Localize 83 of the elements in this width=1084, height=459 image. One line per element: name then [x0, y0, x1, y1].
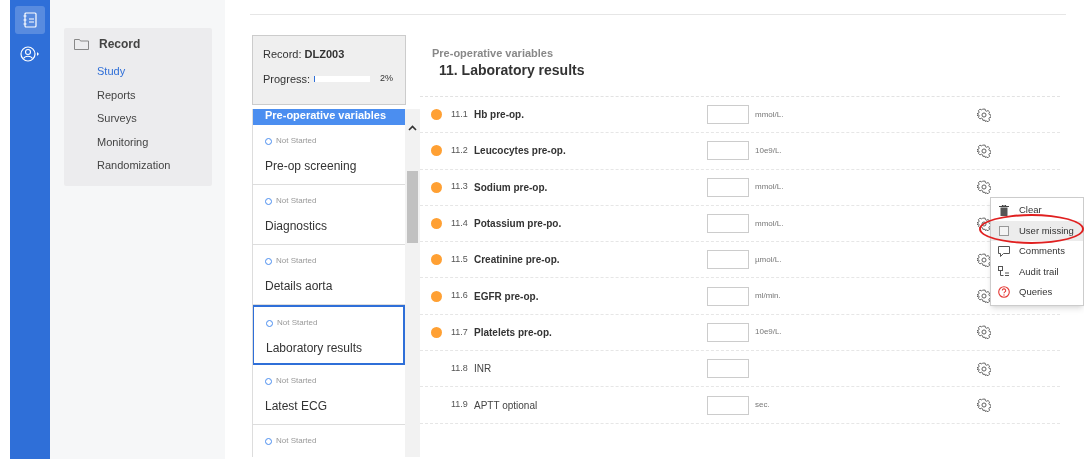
- step-label: Details aorta: [265, 278, 334, 295]
- sidebar-link[interactable]: Randomization: [97, 157, 212, 174]
- field-number: 11.2: [451, 144, 469, 158]
- input-field[interactable]: [707, 250, 749, 270]
- input-field[interactable]: [707, 141, 749, 161]
- input-field[interactable]: [707, 359, 749, 379]
- menu-item[interactable]: Audit trail: [991, 261, 1083, 282]
- menu-item[interactable]: Comments: [991, 241, 1083, 262]
- input-field[interactable]: [707, 105, 749, 125]
- comment-icon: [998, 245, 1010, 257]
- scrollbar-thumb[interactable]: [407, 171, 418, 243]
- unit-label: µmol/L.: [755, 253, 783, 266]
- field-number: 11.6: [451, 289, 469, 303]
- step-label: Diagnostics: [265, 218, 329, 235]
- settings-icon[interactable]: [977, 216, 991, 231]
- settings-icon[interactable]: [977, 289, 991, 304]
- step-status: Not Started: [276, 135, 317, 147]
- scroll-up-icon[interactable]: [408, 125, 417, 131]
- input-field[interactable]: [707, 322, 749, 342]
- input-field[interactable]: [707, 214, 749, 234]
- sidebar-link[interactable]: Surveys: [97, 110, 212, 127]
- section-label: Pre-operative variables: [432, 47, 555, 60]
- progress-label: Progress:: [263, 71, 311, 87]
- unit-label: mmol/L.: [755, 108, 785, 121]
- field-number: 11.9: [451, 398, 469, 412]
- settings-icon[interactable]: [977, 252, 991, 267]
- field-label: Sodium pre-op.: [474, 180, 549, 195]
- unit-label: ml/min.: [755, 290, 782, 303]
- settings-icon[interactable]: [977, 361, 991, 376]
- field-number: 11.7: [451, 325, 469, 339]
- progress-value: 2%: [380, 72, 394, 85]
- unit-label: mmol/L.: [755, 217, 785, 230]
- field-number: 11.4: [451, 216, 469, 230]
- sidebar-title: Record: [99, 36, 141, 53]
- settings-icon[interactable]: [977, 398, 991, 412]
- menu-item[interactable]: Queries: [991, 282, 1083, 303]
- step-status: Not Started: [276, 435, 317, 447]
- unit-label: 10e9/L.: [755, 326, 783, 339]
- field-label: Hb pre-op.: [474, 108, 525, 123]
- field-number: 11.3: [451, 180, 469, 194]
- field-label: Leucocytes pre-op.: [474, 144, 567, 159]
- settings-icon[interactable]: [977, 325, 991, 340]
- unit-label: sec.: [755, 399, 771, 411]
- field-label: Creatinine pre-op.: [474, 253, 561, 268]
- sidebar-link[interactable]: Study: [97, 63, 212, 80]
- record-id: Record: DLZ003: [263, 47, 346, 62]
- notebook-icon: [23, 12, 37, 28]
- question-icon: [998, 286, 1010, 299]
- unit-label: 10e9/L.: [755, 144, 783, 157]
- input-field[interactable]: [707, 286, 749, 306]
- field-label: EGFR pre-op.: [474, 289, 540, 304]
- step-label: Pre-op screening: [265, 158, 358, 175]
- form-title: 11. Laboratory results: [438, 61, 586, 80]
- menu-item[interactable]: Clear: [991, 200, 1083, 221]
- settings-icon[interactable]: [977, 143, 991, 158]
- sidebar-link[interactable]: Reports: [97, 86, 212, 103]
- audit-icon: [998, 266, 1010, 278]
- field-label: Potassium pre-po.: [474, 217, 563, 232]
- checkbox[interactable]: [999, 225, 1009, 236]
- field-number: 11.5: [451, 253, 469, 267]
- input-field[interactable]: [707, 177, 749, 197]
- nav-rail-button[interactable]: [15, 6, 45, 34]
- trash-icon: [999, 204, 1009, 216]
- step-status: Not Started: [276, 375, 317, 387]
- settings-icon[interactable]: [977, 180, 991, 195]
- step-label: Laboratory results: [266, 340, 364, 357]
- scrollbar[interactable]: [405, 109, 420, 457]
- field-label: APTT optional: [474, 398, 539, 413]
- folder-icon: [74, 38, 89, 50]
- field-label: INR: [474, 362, 493, 377]
- step-status: Not Started: [277, 317, 318, 329]
- step-label: Latest ECG: [265, 398, 329, 415]
- settings-icon[interactable]: [977, 107, 991, 122]
- sidebar-link[interactable]: Monitoring: [97, 133, 212, 150]
- menu-item[interactable]: User missing: [991, 220, 1083, 241]
- input-field[interactable]: [707, 395, 749, 415]
- user-icon: [20, 46, 40, 62]
- unit-label: mmol/L.: [755, 181, 785, 194]
- step-status: Not Started: [276, 195, 317, 207]
- field-number: 11.1: [451, 107, 469, 121]
- field-label: Platelets pre-op.: [474, 325, 553, 340]
- step-status: Not Started: [276, 255, 317, 267]
- field-number: 11.8: [451, 361, 469, 375]
